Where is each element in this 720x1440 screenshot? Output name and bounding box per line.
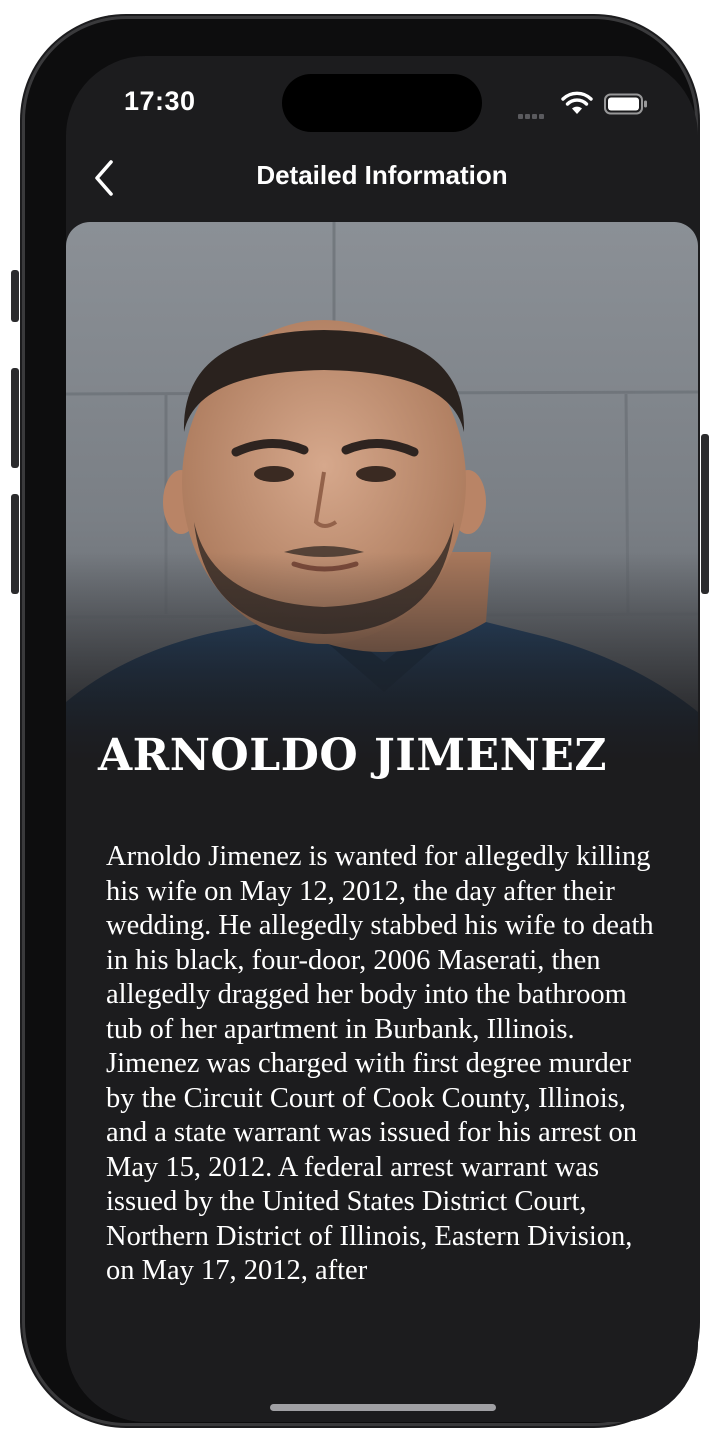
volume-up-button (11, 368, 19, 468)
page-title: Detailed Information (256, 160, 508, 190)
dynamic-island (282, 74, 482, 132)
description-text: Arnoldo Jimenez is wanted for allegedly … (106, 841, 654, 1286)
volume-down-button (11, 494, 19, 594)
mute-switch (11, 270, 19, 322)
battery-icon (604, 93, 647, 115)
detail-card: ARNOLDO JIMENEZ Arnoldo Jimenez is wante… (66, 222, 698, 1422)
home-indicator[interactable] (270, 1404, 496, 1411)
cellular-signal-icon (518, 106, 546, 124)
power-button (701, 434, 709, 594)
status-time: 17:30 (124, 86, 196, 116)
mugshot-photo (66, 222, 698, 762)
wifi-icon (561, 91, 593, 114)
person-name: ARNOLDO JIMENEZ (98, 730, 608, 781)
phone-frame: 17:30 Detailed Information ARNOLDO JIMEN… (22, 16, 698, 1426)
screen: 17:30 Detailed Information ARNOLDO JIMEN… (66, 56, 698, 1422)
